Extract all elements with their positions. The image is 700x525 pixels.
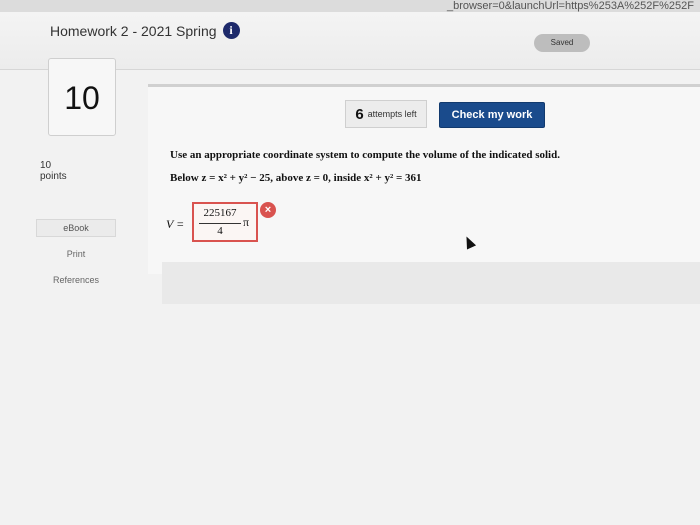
attempts-counter: 6 attempts left bbox=[345, 100, 427, 128]
lower-content-panel bbox=[162, 262, 700, 304]
print-link[interactable]: Print bbox=[36, 249, 116, 259]
fraction-bar bbox=[199, 223, 241, 224]
pi-symbol: π bbox=[243, 215, 250, 229]
attempts-label: attempts left bbox=[367, 109, 417, 119]
info-icon[interactable]: i bbox=[222, 22, 240, 39]
incorrect-x-icon: × bbox=[260, 202, 276, 218]
assignment-title: Homework 2 - 2021 Spring bbox=[50, 22, 217, 39]
answer-numerator-field[interactable]: 225167 bbox=[200, 207, 240, 222]
answer-input-box[interactable]: 225167 4 π bbox=[192, 202, 258, 242]
points-label: points bbox=[40, 171, 67, 182]
references-link[interactable]: References bbox=[36, 275, 116, 285]
browser-url-strip: _browser=0&launchUrl=https%253A%252F%252… bbox=[0, 0, 700, 12]
problem-statement: Below z = x² + y² − 25, above z = 0, ins… bbox=[170, 172, 422, 184]
question-number: 10 bbox=[48, 58, 116, 136]
answer-variable-label: V = bbox=[166, 217, 185, 231]
points-value: 10 bbox=[40, 160, 52, 171]
answer-denominator-field[interactable]: 4 bbox=[200, 225, 240, 240]
saved-status-badge: Saved bbox=[534, 34, 590, 52]
check-my-work-button[interactable]: Check my work bbox=[439, 102, 545, 128]
attempts-count: 6 bbox=[355, 105, 364, 123]
points-info: 10 points bbox=[40, 160, 120, 182]
question-instruction: Use an appropriate coordinate system to … bbox=[170, 149, 560, 161]
assignment-title-group: Homework 2 - 2021 Spring i bbox=[50, 22, 240, 39]
ebook-button[interactable]: eBook bbox=[36, 219, 116, 237]
